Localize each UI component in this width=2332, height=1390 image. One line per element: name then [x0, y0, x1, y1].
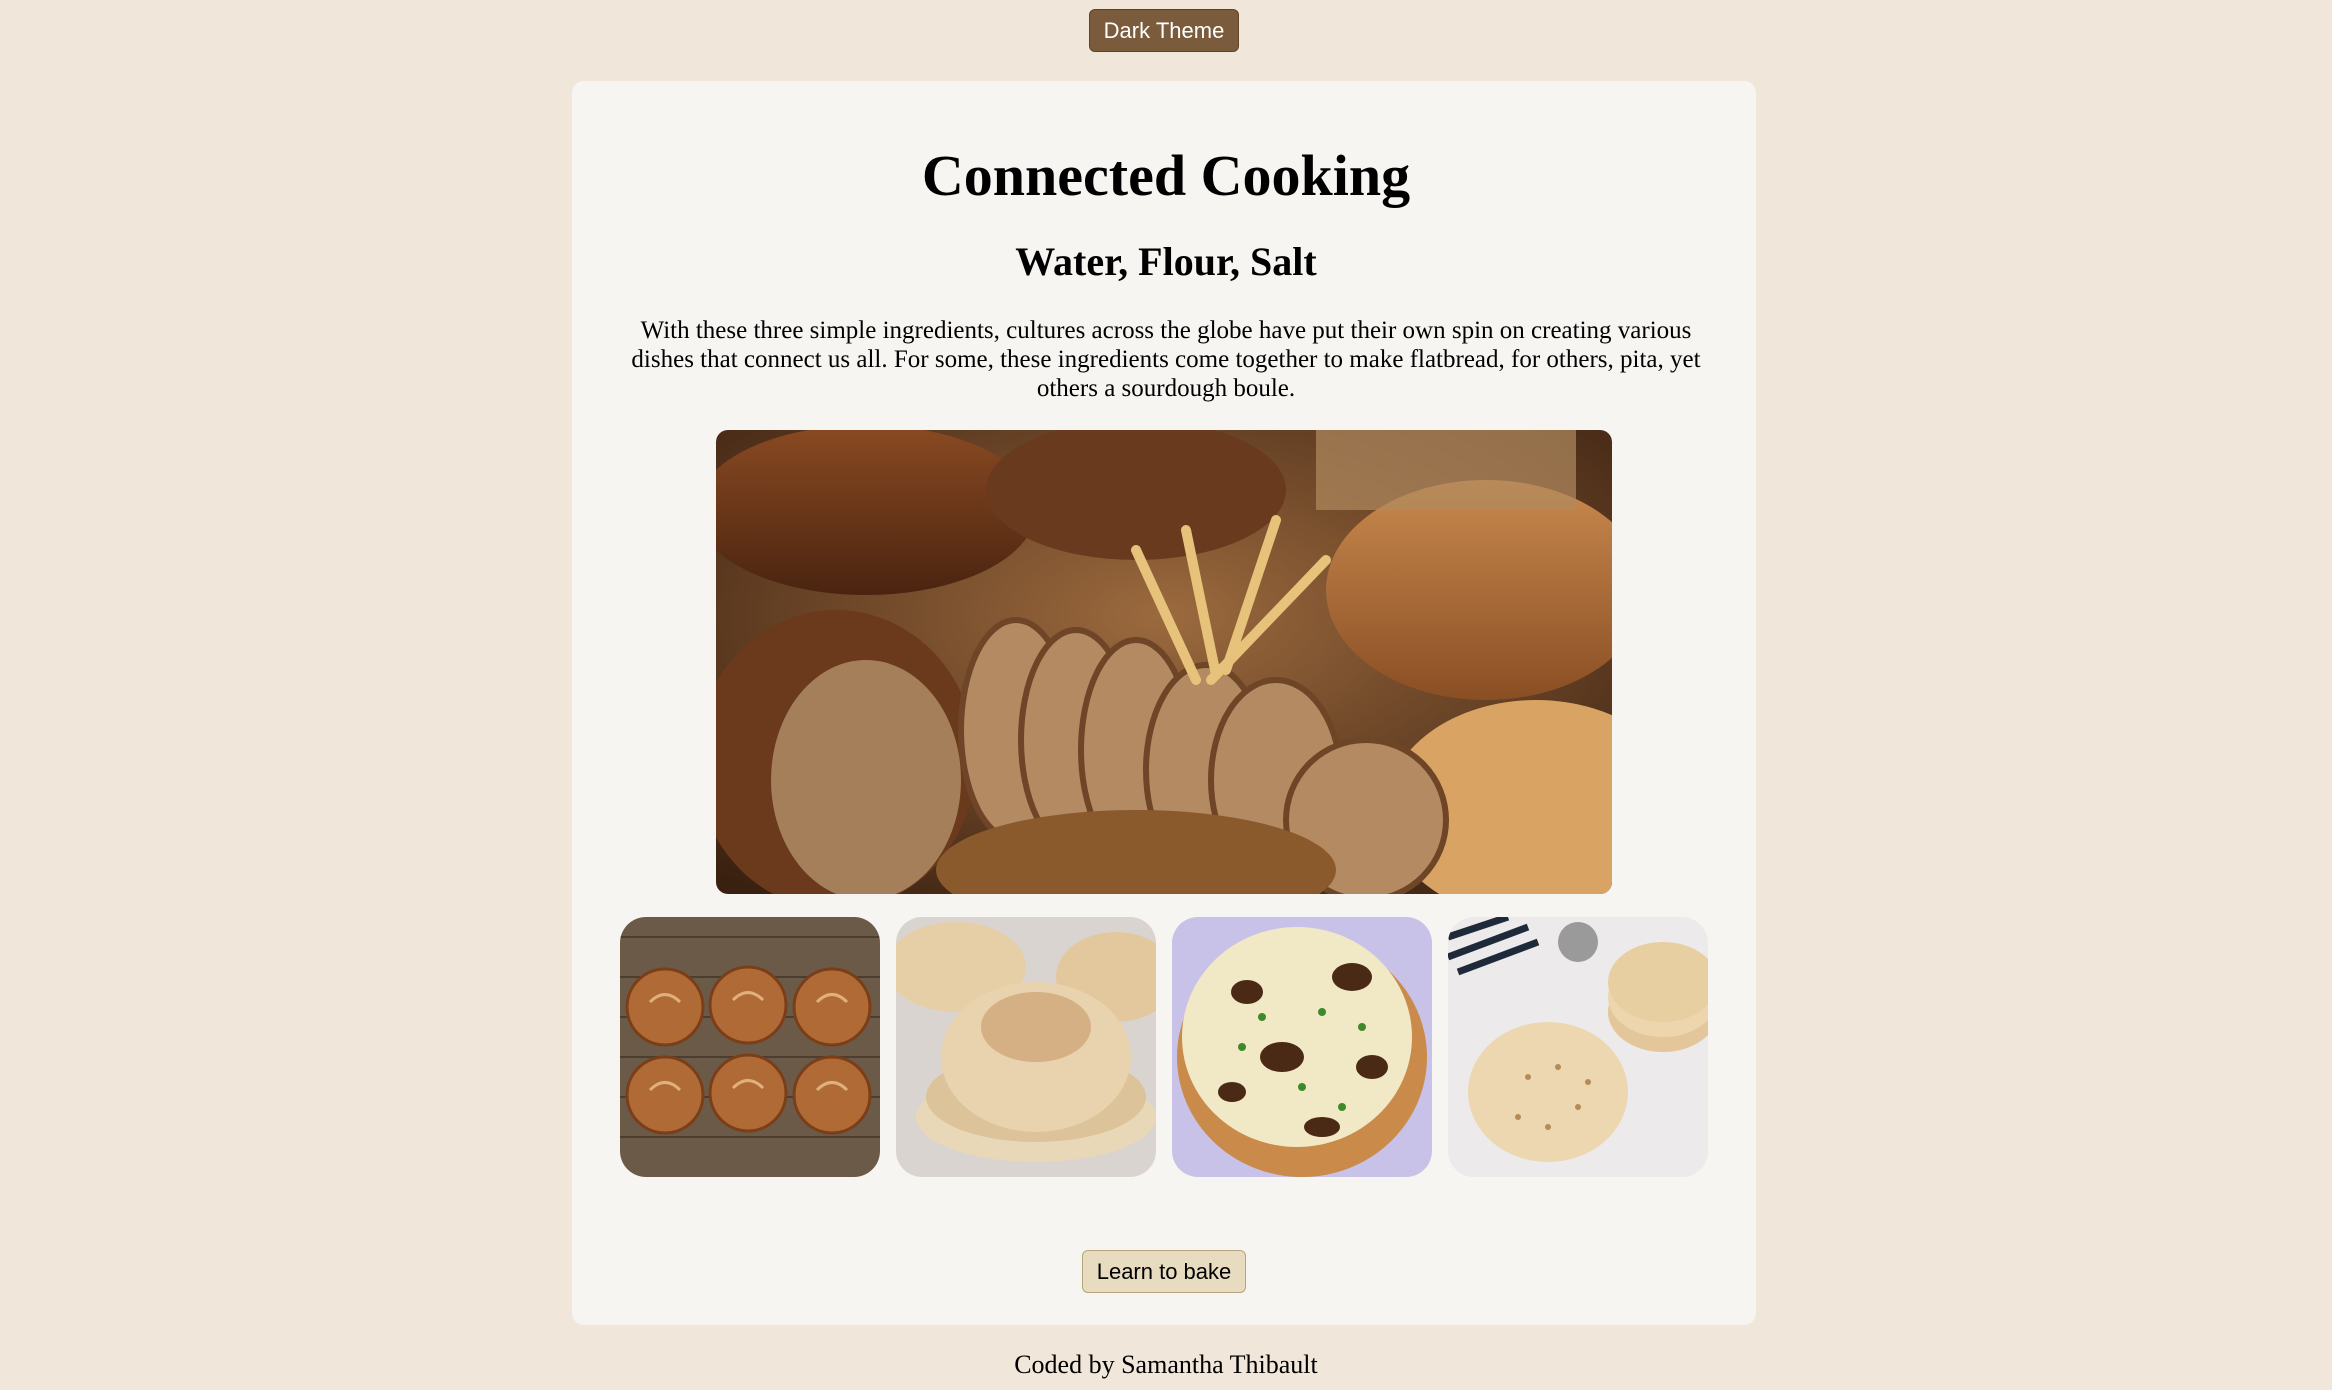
dark-theme-button[interactable]: Dark Theme	[1089, 9, 1239, 52]
intro-paragraph: With these three simple ingredients, cul…	[631, 317, 1701, 402]
page-subtitle: Water, Flour, Salt	[1015, 239, 1317, 284]
bread-assortment-photo	[716, 430, 1612, 894]
naan-flatbread-photo	[1172, 917, 1432, 1177]
pita-bread-photo	[896, 917, 1156, 1177]
sourdough-boules-photo	[620, 917, 880, 1177]
learn-to-bake-button[interactable]: Learn to bake	[1082, 1250, 1246, 1293]
footer-credit: Coded by Samantha Thibault	[1014, 1350, 1318, 1379]
tortilla-flatbread-photo	[1448, 917, 1708, 1177]
page-title: Connected Cooking	[921, 143, 1411, 208]
